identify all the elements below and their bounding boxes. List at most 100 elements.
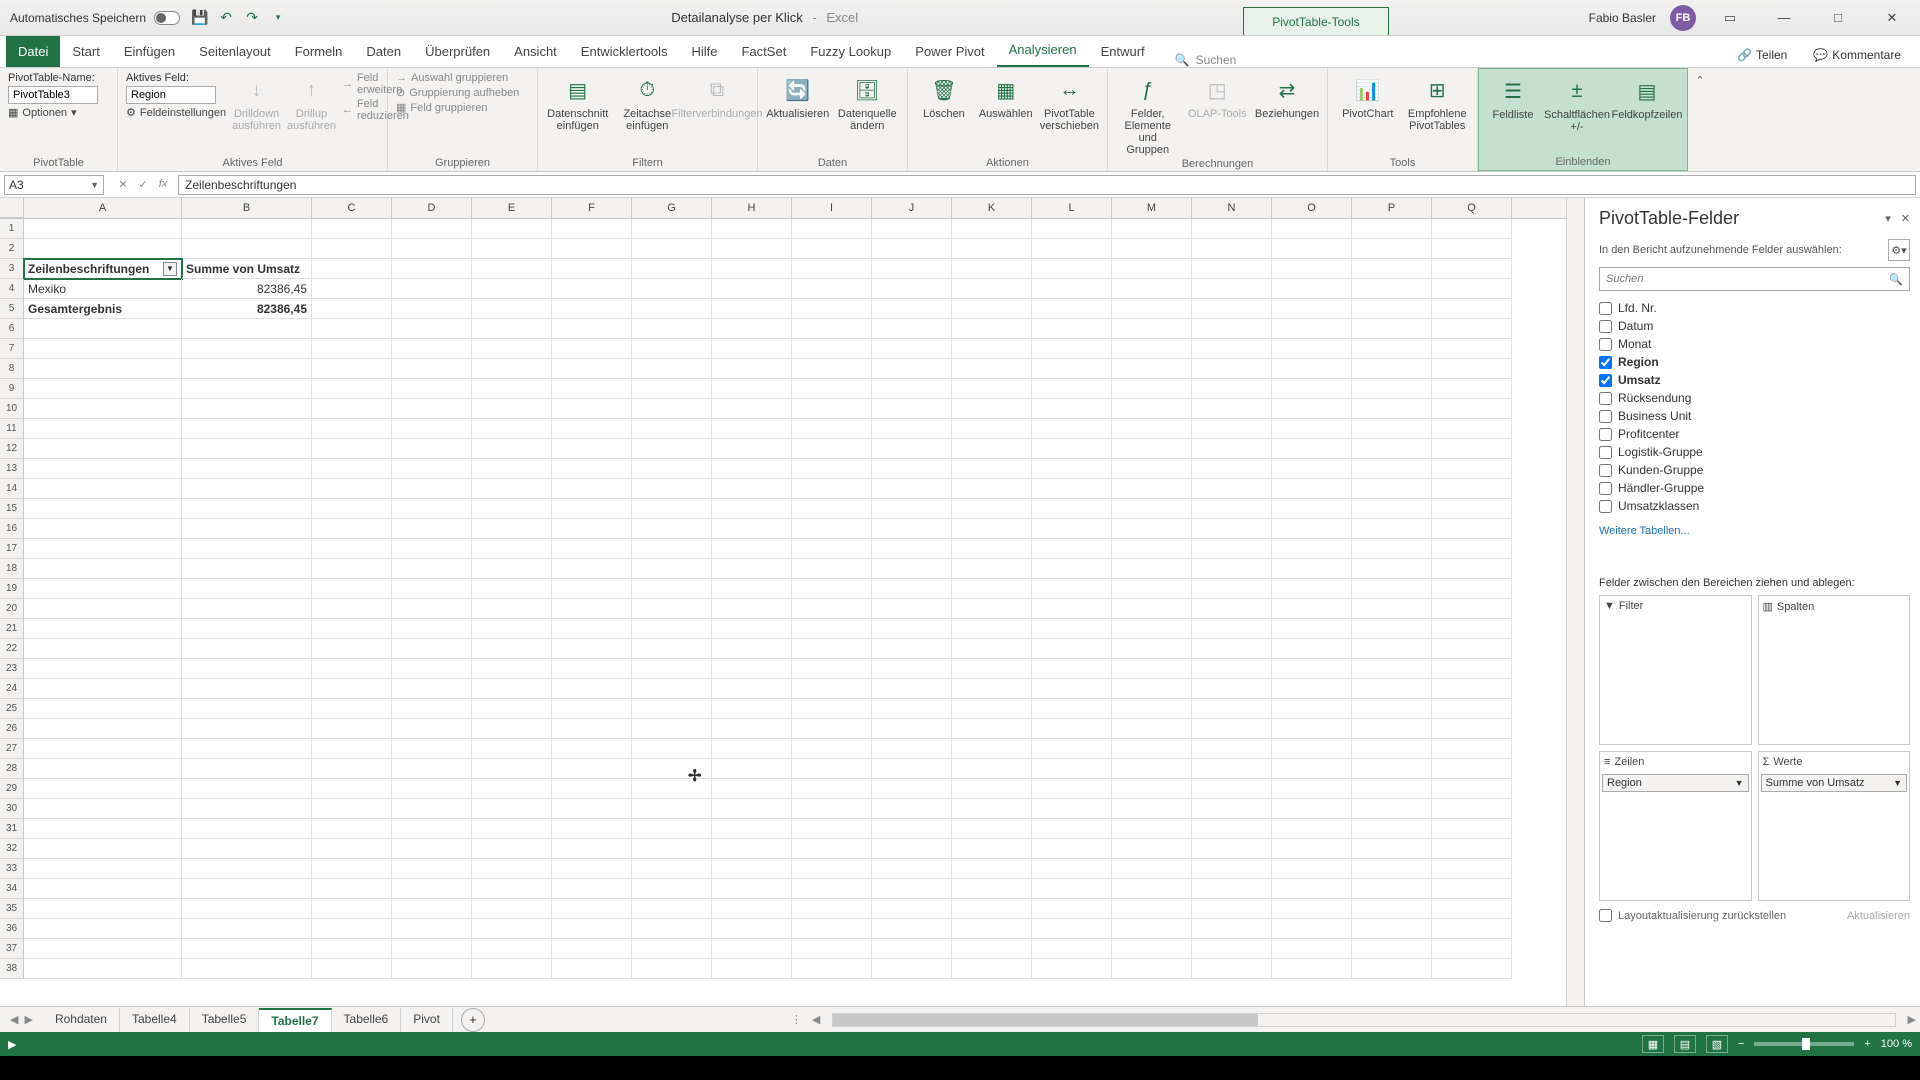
cell-O31[interactable] xyxy=(1272,819,1352,839)
cell-C32[interactable] xyxy=(312,839,392,859)
cell-I25[interactable] xyxy=(792,699,872,719)
cell-I2[interactable] xyxy=(792,239,872,259)
sheet-tab-tabelle4[interactable]: Tabelle4 xyxy=(120,1008,190,1032)
cell-B12[interactable] xyxy=(182,439,312,459)
cell-K14[interactable] xyxy=(952,479,1032,499)
cell-I38[interactable] xyxy=(792,959,872,979)
cell-L12[interactable] xyxy=(1032,439,1112,459)
cell-M22[interactable] xyxy=(1112,639,1192,659)
field-checkbox[interactable] xyxy=(1599,446,1612,459)
cell-I15[interactable] xyxy=(792,499,872,519)
cell-J17[interactable] xyxy=(872,539,952,559)
cell-J15[interactable] xyxy=(872,499,952,519)
tab-factset[interactable]: FactSet xyxy=(730,36,799,67)
cell-O19[interactable] xyxy=(1272,579,1352,599)
cell-F14[interactable] xyxy=(552,479,632,499)
cell-I24[interactable] xyxy=(792,679,872,699)
cell-Q19[interactable] xyxy=(1432,579,1512,599)
cell-A30[interactable] xyxy=(24,799,182,819)
worksheet[interactable]: ABCDEFGHIJKLMNOPQ 123Zeilenbeschriftunge… xyxy=(0,198,1566,1006)
cell-L32[interactable] xyxy=(1032,839,1112,859)
cell-Q3[interactable] xyxy=(1432,259,1512,279)
new-sheet-button[interactable]: + xyxy=(461,1008,485,1032)
cell-C13[interactable] xyxy=(312,459,392,479)
tab-einfuegen[interactable]: Einfügen xyxy=(112,36,187,67)
cell-D6[interactable] xyxy=(392,319,472,339)
cell-I28[interactable] xyxy=(792,759,872,779)
cell-D22[interactable] xyxy=(392,639,472,659)
cell-I21[interactable] xyxy=(792,619,872,639)
cell-J34[interactable] xyxy=(872,879,952,899)
row-header-12[interactable]: 12 xyxy=(0,439,24,459)
select-button[interactable]: ▦Auswählen xyxy=(978,72,1034,120)
cell-D33[interactable] xyxy=(392,859,472,879)
cell-O15[interactable] xyxy=(1272,499,1352,519)
sheet-tab-pivot[interactable]: Pivot xyxy=(401,1008,453,1032)
cell-J27[interactable] xyxy=(872,739,952,759)
cell-C20[interactable] xyxy=(312,599,392,619)
row-header-1[interactable]: 1 xyxy=(0,219,24,239)
cell-H16[interactable] xyxy=(712,519,792,539)
cell-B21[interactable] xyxy=(182,619,312,639)
cell-O2[interactable] xyxy=(1272,239,1352,259)
cell-H17[interactable] xyxy=(712,539,792,559)
tab-entwurf[interactable]: Entwurf xyxy=(1089,36,1157,67)
cell-Q33[interactable] xyxy=(1432,859,1512,879)
field-item-h-ndler-gruppe[interactable]: Händler-Gruppe xyxy=(1599,479,1910,497)
cell-P2[interactable] xyxy=(1352,239,1432,259)
chevron-down-icon[interactable]: ▼ xyxy=(1735,778,1744,788)
cell-I35[interactable] xyxy=(792,899,872,919)
cell-H15[interactable] xyxy=(712,499,792,519)
cell-C27[interactable] xyxy=(312,739,392,759)
cell-A11[interactable] xyxy=(24,419,182,439)
cell-G4[interactable] xyxy=(632,279,712,299)
cell-P33[interactable] xyxy=(1352,859,1432,879)
cell-J25[interactable] xyxy=(872,699,952,719)
row-header-19[interactable]: 19 xyxy=(0,579,24,599)
cell-O8[interactable] xyxy=(1272,359,1352,379)
col-header-P[interactable]: P xyxy=(1352,198,1432,218)
col-header-F[interactable]: F xyxy=(552,198,632,218)
cell-P11[interactable] xyxy=(1352,419,1432,439)
cell-C1[interactable] xyxy=(312,219,392,239)
field-item-logistik-gruppe[interactable]: Logistik-Gruppe xyxy=(1599,443,1910,461)
row-header-9[interactable]: 9 xyxy=(0,379,24,399)
cell-B36[interactable] xyxy=(182,919,312,939)
cell-J5[interactable] xyxy=(872,299,952,319)
cell-O34[interactable] xyxy=(1272,879,1352,899)
row-header-3[interactable]: 3 xyxy=(0,259,24,279)
cell-H11[interactable] xyxy=(712,419,792,439)
cell-F19[interactable] xyxy=(552,579,632,599)
cell-Q25[interactable] xyxy=(1432,699,1512,719)
recommended-pt-button[interactable]: ⊞Empfohlene PivotTables xyxy=(1406,72,1470,132)
refresh-button[interactable]: 🔄Aktualisieren xyxy=(766,72,830,120)
cell-M23[interactable] xyxy=(1112,659,1192,679)
cell-H8[interactable] xyxy=(712,359,792,379)
cell-D12[interactable] xyxy=(392,439,472,459)
cell-F38[interactable] xyxy=(552,959,632,979)
cell-I13[interactable] xyxy=(792,459,872,479)
cell-C16[interactable] xyxy=(312,519,392,539)
cell-A29[interactable] xyxy=(24,779,182,799)
cell-G10[interactable] xyxy=(632,399,712,419)
cell-L29[interactable] xyxy=(1032,779,1112,799)
cell-B33[interactable] xyxy=(182,859,312,879)
cell-K3[interactable] xyxy=(952,259,1032,279)
options-button[interactable]: ▦ Optionen ▾ xyxy=(8,106,98,119)
cell-K24[interactable] xyxy=(952,679,1032,699)
cell-L21[interactable] xyxy=(1032,619,1112,639)
cell-D27[interactable] xyxy=(392,739,472,759)
cell-E14[interactable] xyxy=(472,479,552,499)
cell-O3[interactable] xyxy=(1272,259,1352,279)
cell-C17[interactable] xyxy=(312,539,392,559)
change-source-button[interactable]: 🗄Datenquelle ändern xyxy=(836,72,900,132)
cell-Q12[interactable] xyxy=(1432,439,1512,459)
cell-J4[interactable] xyxy=(872,279,952,299)
cell-H19[interactable] xyxy=(712,579,792,599)
defer-checkbox[interactable] xyxy=(1599,909,1612,922)
cell-C34[interactable] xyxy=(312,879,392,899)
cell-E10[interactable] xyxy=(472,399,552,419)
row-header-29[interactable]: 29 xyxy=(0,779,24,799)
cell-F20[interactable] xyxy=(552,599,632,619)
cell-L9[interactable] xyxy=(1032,379,1112,399)
